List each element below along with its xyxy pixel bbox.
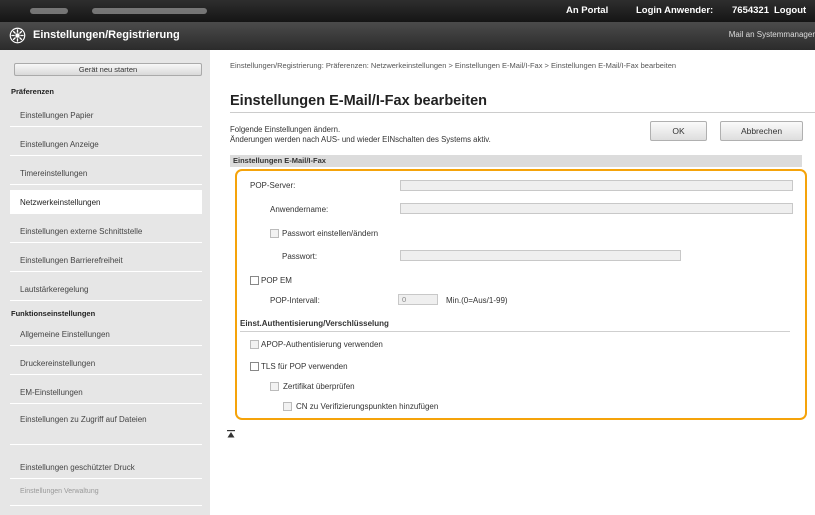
- sidebar-item-paper[interactable]: Einstellungen Papier: [10, 103, 202, 127]
- sidebar-item-printer[interactable]: Druckereinstellungen: [10, 351, 202, 375]
- portal-link[interactable]: An Portal: [566, 5, 608, 16]
- sidebar-heading-preferences: Präferenzen: [11, 87, 54, 96]
- blurred-logo: [30, 8, 68, 14]
- settings-gear-icon: [9, 27, 26, 44]
- page-header-title: Einstellungen/Registrierung: [33, 29, 180, 41]
- sidebar-item-network[interactable]: Netzwerkeinstellungen: [10, 190, 202, 214]
- ok-button[interactable]: OK: [650, 121, 707, 141]
- sidebar-item-timer[interactable]: Timereinstellungen: [10, 161, 202, 185]
- page-title: Einstellungen E-Mail/I-Fax bearbeiten: [230, 93, 488, 109]
- title-bar: Einstellungen/Registrierung Mail an Syst…: [0, 22, 815, 50]
- blurred-device-name: [92, 8, 207, 14]
- sidebar-item-volume[interactable]: Lautstärkeregelung: [10, 277, 202, 301]
- sidebar-item-external-interface[interactable]: Einstellungen externe Schnittstelle: [10, 219, 202, 243]
- highlight-frame: [235, 169, 807, 420]
- logout-link[interactable]: Logout: [774, 5, 806, 16]
- breadcrumb: Einstellungen/Registrierung: Präferenzen…: [230, 61, 677, 70]
- description-line-2: Änderungen werden nach AUS- und wieder E…: [230, 135, 491, 144]
- sidebar-item-secure-print[interactable]: Einstellungen geschützter Druck: [10, 455, 202, 479]
- sidebar: Gerät neu starten Präferenzen Einstellun…: [0, 50, 210, 515]
- description: Folgende Einstellungen ändern. Änderunge…: [230, 125, 491, 145]
- description-line-1: Folgende Einstellungen ändern.: [230, 125, 341, 134]
- sidebar-item-file-access[interactable]: Einstellungen zu Zugriff auf Dateien: [10, 409, 202, 445]
- sidebar-item-accessibility[interactable]: Einstellungen Barrierefreiheit: [10, 248, 202, 272]
- login-user-label: Login Anwender:: [636, 5, 714, 16]
- cancel-button[interactable]: Abbrechen: [720, 121, 803, 141]
- login-user-id: 7654321: [732, 5, 769, 16]
- sidebar-heading-functions: Funktionseinstellungen: [11, 309, 96, 318]
- sidebar-item-display[interactable]: Einstellungen Anzeige: [10, 132, 202, 156]
- title-divider: [230, 112, 815, 113]
- restart-device-button[interactable]: Gerät neu starten: [14, 63, 202, 76]
- section-header-email-ifax: Einstellungen E-Mail/I-Fax: [230, 155, 802, 167]
- back-to-top-icon[interactable]: [227, 430, 235, 438]
- sidebar-item-management[interactable]: Einstellungen Verwaltung: [10, 482, 202, 506]
- sidebar-item-receive[interactable]: EM-Einstellungen: [10, 380, 202, 404]
- sidebar-item-general[interactable]: Allgemeine Einstellungen: [10, 322, 202, 346]
- mail-admin-link[interactable]: Mail an Systemmanager: [729, 30, 815, 39]
- top-bar: An Portal Login Anwender: 7654321 Logout: [0, 0, 815, 22]
